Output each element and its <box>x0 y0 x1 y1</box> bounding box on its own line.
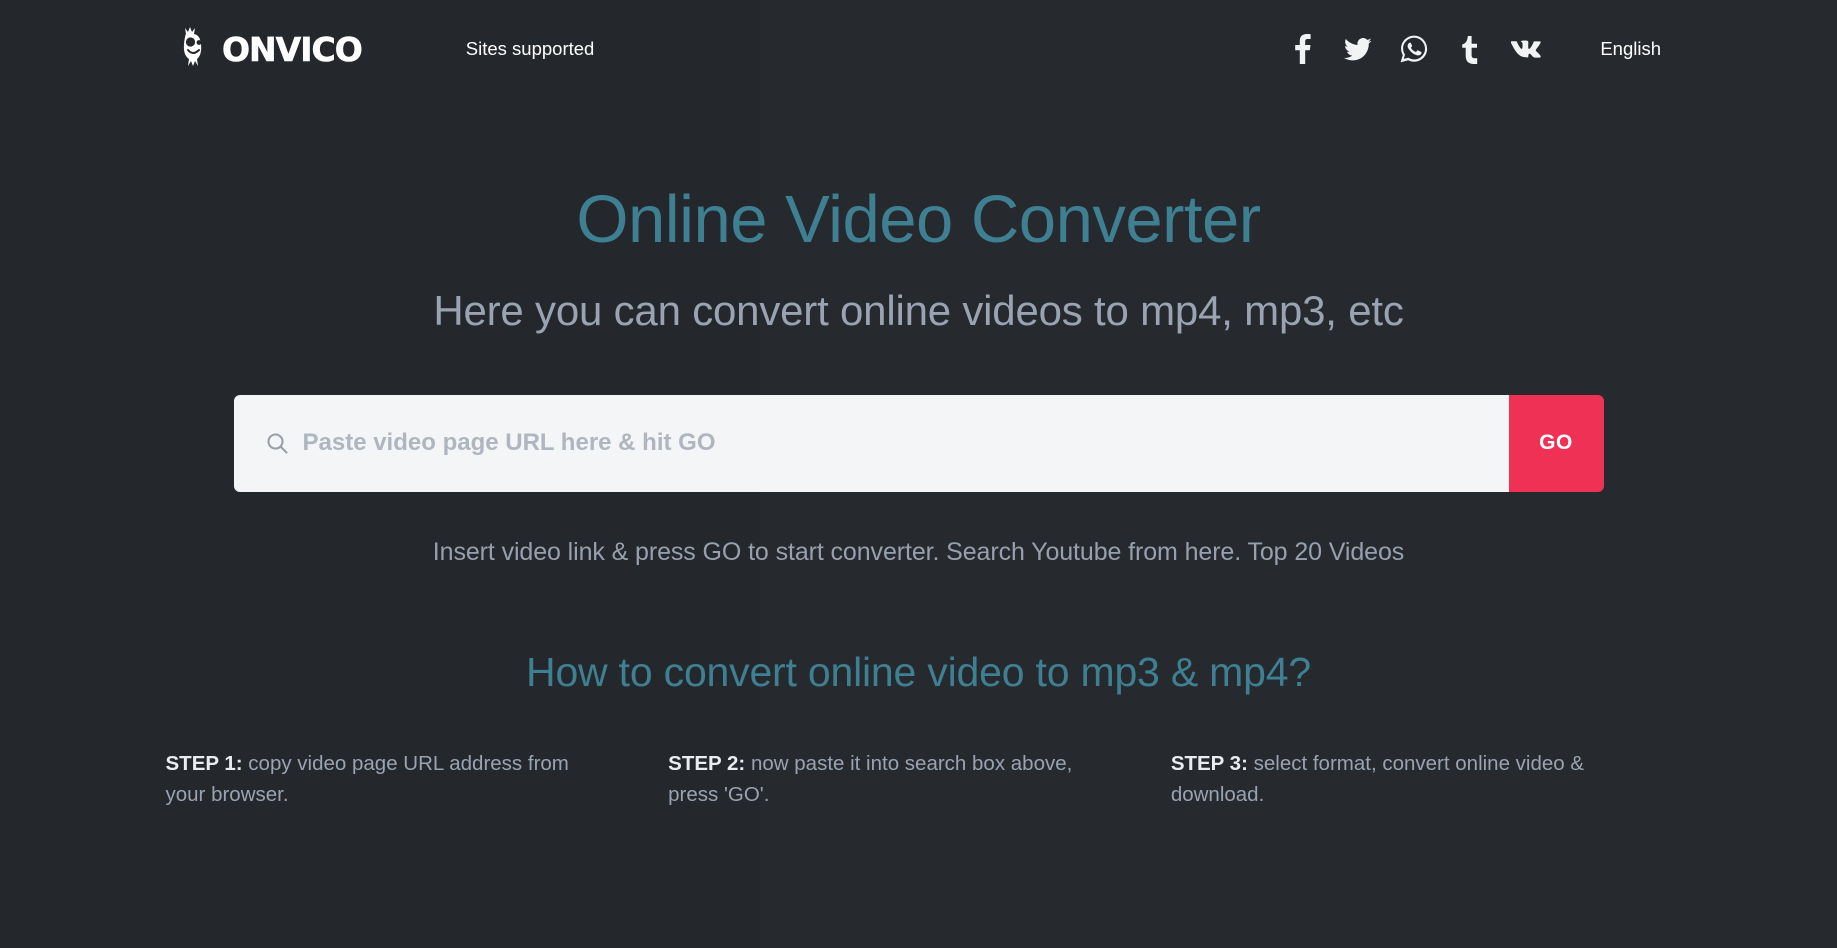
twitter-icon[interactable] <box>1330 25 1386 73</box>
howto-heading: How to convert online video to mp3 & mp4… <box>526 648 1311 695</box>
language-selector[interactable]: English <box>1600 38 1661 60</box>
site-header: ONVICO Sites supported English <box>0 0 1837 98</box>
facebook-icon[interactable] <box>1274 25 1330 73</box>
search-input[interactable] <box>302 429 1509 458</box>
page-title: Online Video Converter <box>576 182 1261 257</box>
monster-mascot-icon <box>176 25 220 74</box>
steps-list: STEP 1: copy video page URL address from… <box>164 748 1674 810</box>
go-button[interactable]: GO <box>1508 394 1604 492</box>
step-label: STEP 2: <box>668 751 746 775</box>
step-label: STEP 3: <box>1170 751 1248 775</box>
step-item: STEP 1: copy video page URL address from… <box>166 748 669 810</box>
step-item: STEP 3: select format, convert online vi… <box>1171 748 1674 810</box>
search-bar: GO <box>233 394 1604 492</box>
step-label: STEP 1: <box>165 751 243 775</box>
site-logo-text: ONVICO <box>222 29 363 69</box>
search-hint: Insert video link & press GO to start co… <box>432 537 1405 566</box>
whatsapp-icon[interactable] <box>1386 25 1442 73</box>
tumblr-icon[interactable] <box>1442 25 1498 73</box>
howto-section: How to convert online video to mp3 & mp4… <box>0 649 1837 810</box>
search-field[interactable] <box>233 394 1509 492</box>
page-subtitle: Here you can convert online videos to mp… <box>433 287 1404 335</box>
hero-section: Online Video Converter Here you can conv… <box>0 98 1837 567</box>
search-icon <box>265 431 289 455</box>
header-right-group: English <box>1274 25 1661 73</box>
step-item: STEP 2: now paste it into search box abo… <box>668 748 1171 810</box>
nav-sites-supported[interactable]: Sites supported <box>466 38 595 60</box>
page-root: ONVICO Sites supported English Online Vi… <box>0 0 1837 810</box>
site-logo[interactable]: ONVICO <box>176 25 363 74</box>
vk-icon[interactable] <box>1498 25 1554 73</box>
